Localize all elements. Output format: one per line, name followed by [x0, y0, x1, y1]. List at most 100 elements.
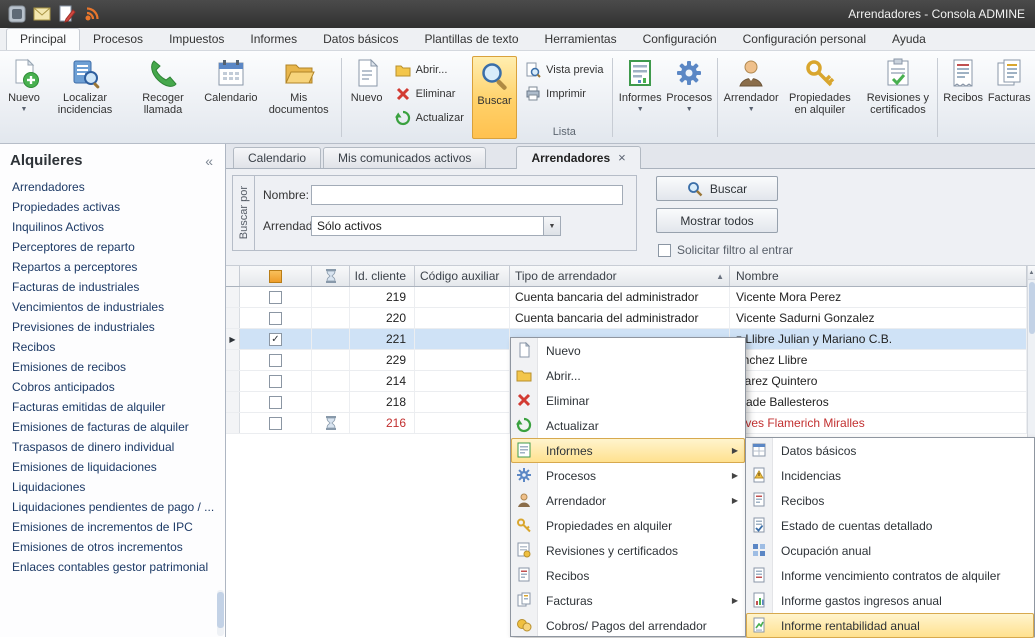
sidebar-item-facturas-emitidas-de-alquiler[interactable]: Facturas emitidas de alquiler [0, 397, 225, 417]
sidebar-item-enlaces-contables-gestor-patrimonial[interactable]: Enlaces contables gestor patrimonial [0, 557, 225, 577]
context-menu-item-arrendador[interactable]: Arrendador ▶ [511, 488, 745, 513]
arrendador-button[interactable]: Arrendador ▼ [721, 53, 780, 142]
tab-ayuda[interactable]: Ayuda [879, 29, 939, 50]
imprimir-button[interactable]: Imprimir [521, 82, 607, 106]
facturas-button[interactable]: Facturas [985, 53, 1033, 142]
submenu-item-recibos[interactable]: Recibos [746, 488, 1034, 513]
sidebar-item-emisiones-de-recibos[interactable]: Emisiones de recibos [0, 357, 225, 377]
column-header-select[interactable] [240, 266, 312, 286]
solicitar-filtro-checkbox[interactable]: Solicitar filtro al entrar [658, 243, 793, 257]
sidebar-item-emisiones-de-otros-incrementos[interactable]: Emisiones de otros incrementos [0, 537, 225, 557]
tab-configuracion-personal[interactable]: Configuración personal [730, 29, 879, 50]
nombre-input[interactable] [311, 185, 623, 205]
scrollbar-thumb[interactable] [1029, 282, 1035, 334]
eliminar-button[interactable]: Eliminar [391, 82, 468, 106]
row-select-cell[interactable]: ✓ [240, 329, 312, 349]
sidebar-item-previsiones-de-industriales[interactable]: Previsiones de industriales [0, 317, 225, 337]
submenu-item-informe-rentabilidad-anual[interactable]: Informe rentabilidad anual [746, 613, 1034, 638]
submenu-item-incidencias[interactable]: Incidencias [746, 463, 1034, 488]
sidebar-item-inquilinos-activos[interactable]: Inquilinos Activos [0, 217, 225, 237]
recibos-button[interactable]: Recibos [941, 53, 986, 142]
edit-note-icon[interactable] [58, 5, 76, 23]
localizar-incidencias-button[interactable]: Localizar incidencias [46, 53, 124, 142]
sidebar-item-vencimientos-de-industriales[interactable]: Vencimientos de industriales [0, 297, 225, 317]
vista-previa-button[interactable]: Vista previa [521, 58, 607, 82]
context-menu-item-nuevo[interactable]: Nuevo [511, 338, 745, 363]
sidebar-item-liquidaciones-pendientes-de-pago[interactable]: Liquidaciones pendientes de pago / ... [0, 497, 225, 517]
context-menu-item-procesos[interactable]: Procesos ▶ [511, 463, 745, 488]
buscar-button-ribbon[interactable]: Buscar [472, 56, 517, 139]
calendario-button[interactable]: Calendario [202, 53, 260, 142]
recoger-llamada-button[interactable]: Recoger llamada [124, 53, 202, 142]
table-row[interactable]: 220 Cuenta bancaria del administrador Vi… [226, 308, 1027, 329]
sidebar-item-facturas-de-industriales[interactable]: Facturas de industriales [0, 277, 225, 297]
row-select-cell[interactable] [240, 371, 312, 391]
tab-informes[interactable]: Informes [237, 29, 310, 50]
row-select-cell[interactable] [240, 392, 312, 412]
checkbox-icon[interactable] [269, 396, 282, 409]
sidebar-item-cobros-anticipados[interactable]: Cobros anticipados [0, 377, 225, 397]
table-row[interactable]: 219 Cuenta bancaria del administrador Vi… [226, 287, 1027, 308]
close-icon[interactable]: × [618, 147, 626, 169]
mis-documentos-button[interactable]: Mis documentos [260, 53, 338, 142]
app-icon[interactable] [8, 5, 26, 23]
context-menu-item-facturas[interactable]: Facturas ▶ [511, 588, 745, 613]
context-menu-item-revisiones-y-certificados[interactable]: Revisiones y certificados [511, 538, 745, 563]
nuevo-button[interactable]: Nuevo ▼ [2, 53, 46, 142]
context-menu-item-abrir[interactable]: Abrir... [511, 363, 745, 388]
sidebar-scrollbar[interactable] [217, 590, 224, 636]
doc-tab-arrendadores[interactable]: Arrendadores × [516, 146, 640, 169]
sidebar-item-emisiones-de-incrementos-de-ipc[interactable]: Emisiones de incrementos de IPC [0, 517, 225, 537]
select-all-checkbox-icon[interactable] [269, 270, 282, 283]
propiedades-en-alquiler-button[interactable]: Propiedades en alquiler [781, 53, 859, 142]
tab-herramientas[interactable]: Herramientas [532, 29, 630, 50]
checkbox-icon[interactable] [269, 291, 282, 304]
submenu-item-informe-vencimiento-contratos-de-alquiler[interactable]: Informe vencimiento contratos de alquile… [746, 563, 1034, 588]
checkbox-icon[interactable] [269, 417, 282, 430]
tab-principal[interactable]: Principal [6, 28, 80, 50]
submenu-item-informe-gastos-ingresos-anual[interactable]: Informe gastos ingresos anual [746, 588, 1034, 613]
row-select-cell[interactable] [240, 413, 312, 433]
mostrar-todos-button[interactable]: Mostrar todos [656, 208, 778, 233]
mail-icon[interactable] [33, 5, 51, 23]
tab-datos-basicos[interactable]: Datos básicos [310, 29, 411, 50]
context-menu-item-eliminar[interactable]: Eliminar [511, 388, 745, 413]
row-select-cell[interactable] [240, 308, 312, 328]
sidebar-item-repartos-a-perceptores[interactable]: Repartos a perceptores [0, 257, 225, 277]
row-select-cell[interactable] [240, 350, 312, 370]
tab-impuestos[interactable]: Impuestos [156, 29, 237, 50]
checkbox-icon[interactable] [269, 375, 282, 388]
abrir-button[interactable]: Abrir... [391, 58, 468, 82]
context-menu-item-propiedades-en-alquiler[interactable]: Propiedades en alquiler [511, 513, 745, 538]
tab-plantillas-de-texto[interactable]: Plantillas de texto [411, 29, 531, 50]
sidebar-item-arrendadores[interactable]: Arrendadores [0, 177, 225, 197]
actualizar-button[interactable]: Actualizar [391, 106, 468, 130]
doc-tab-mis-comunicados-activos[interactable]: Mis comunicados activos [323, 147, 486, 168]
sidebar-item-perceptores-de-reparto[interactable]: Perceptores de reparto [0, 237, 225, 257]
collapse-sidebar-icon[interactable]: « [205, 153, 213, 169]
checkbox-icon[interactable] [658, 244, 671, 257]
arrendadores-select[interactable]: Sólo activos ▼ [311, 216, 561, 236]
context-menu-item-cobros-pagos-del-arrendador[interactable]: Cobros/ Pagos del arrendador [511, 613, 745, 638]
procesos-button[interactable]: Procesos ▼ [664, 53, 715, 142]
buscar-button[interactable]: Buscar [656, 176, 778, 201]
informes-button[interactable]: Informes ▼ [616, 53, 664, 142]
nuevo-registro-button[interactable]: Nuevo [345, 53, 389, 142]
sidebar-item-liquidaciones[interactable]: Liquidaciones [0, 477, 225, 497]
revisiones-y-certificados-button[interactable]: Revisiones y certificados [859, 53, 937, 142]
checkbox-icon[interactable] [269, 354, 282, 367]
sidebar-item-emisiones-de-facturas-de-alquiler[interactable]: Emisiones de facturas de alquiler [0, 417, 225, 437]
doc-tab-calendario[interactable]: Calendario [233, 147, 321, 168]
checkbox-icon[interactable] [269, 312, 282, 325]
context-menu-item-informes[interactable]: Informes ▶ [511, 438, 745, 463]
column-header-nombre[interactable]: Nombre [730, 266, 1027, 286]
context-menu-item-actualizar[interactable]: Actualizar [511, 413, 745, 438]
submenu-item-estado-de-cuentas-detallado[interactable]: Estado de cuentas detallado [746, 513, 1034, 538]
row-select-cell[interactable] [240, 287, 312, 307]
submenu-item-ocupacion-anual[interactable]: Ocupación anual [746, 538, 1034, 563]
sidebar-item-traspasos-de-dinero-individual[interactable]: Traspasos de dinero individual [0, 437, 225, 457]
sidebar-item-propiedades-activas[interactable]: Propiedades activas [0, 197, 225, 217]
column-header-codigo-auxiliar[interactable]: Código auxiliar [415, 266, 510, 286]
context-menu-item-recibos[interactable]: Recibos [511, 563, 745, 588]
submenu-item-datos-basicos[interactable]: Datos básicos [746, 438, 1034, 463]
